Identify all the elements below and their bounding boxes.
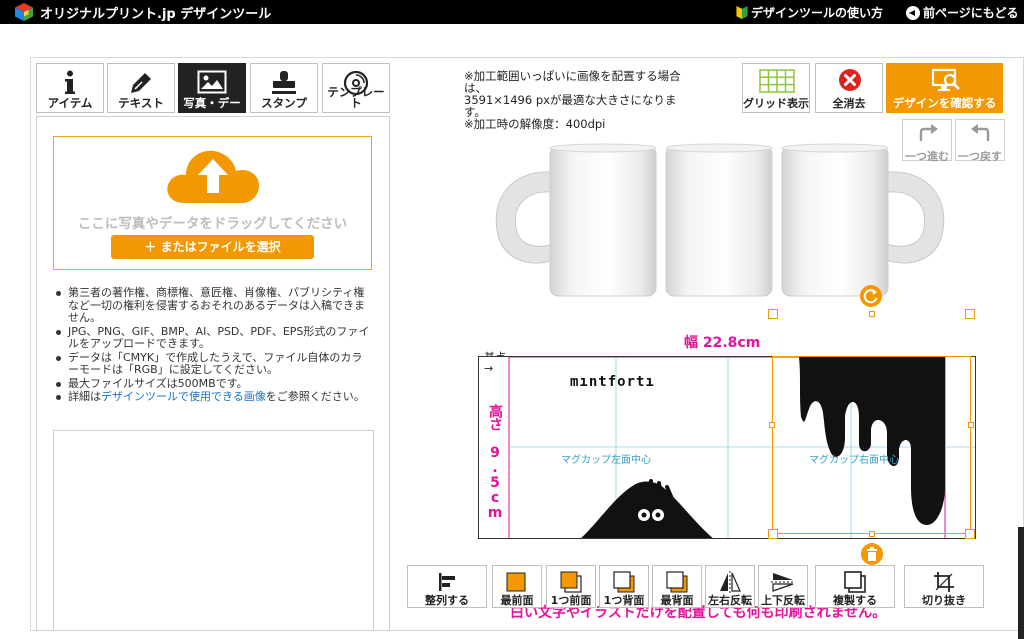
flip-vertical-button[interactable]: 上下反転 <box>758 565 808 608</box>
send-back-label: 最背面 <box>660 594 694 607</box>
origin-arrow: → <box>484 362 494 375</box>
bring-forward-button[interactable]: 1つ前面 <box>546 565 596 608</box>
bring-forward-label: 1つ前面 <box>550 594 592 607</box>
select-file-button[interactable]: ＋ またはファイルを選択 <box>111 235 314 259</box>
upload-notes: 第三者の著作権、商標権、意匠権、肖像権、パブリシティ権など一切の権利を侵害するお… <box>52 286 372 405</box>
align-button[interactable]: 整列する <box>407 565 487 608</box>
delete-handle[interactable] <box>861 543 883 565</box>
resize-handle[interactable] <box>869 311 875 317</box>
confirm-design-label: デザインを確認する <box>892 96 997 110</box>
back-link-label: 前ページにもどる <box>923 6 1019 20</box>
undo-arrow-icon <box>971 124 990 141</box>
design-text-element[interactable]: mıntfortı <box>570 374 655 390</box>
monitor-search-icon <box>931 68 960 91</box>
print-info: ※加工範囲いっぱいに画像を配置する場合は、 3591×1496 pxが最適な大き… <box>464 70 684 130</box>
dropzone-text: ここに写真やデータをドラッグしてください <box>77 216 348 232</box>
flip-horizontal-label: 左右反転 <box>708 594 752 607</box>
clear-all-label: 全消去 <box>832 97 866 110</box>
flip-horizontal-button[interactable]: 左右反転 <box>705 565 755 608</box>
undo-label: 一つ戻す <box>958 150 1002 163</box>
mug-preview-image <box>495 143 945 297</box>
bring-front-button[interactable]: 最前面 <box>492 565 542 608</box>
duplicate-icon <box>844 571 866 593</box>
tab-template[interactable]: テンプレート <box>322 63 390 113</box>
crop-icon <box>934 572 954 592</box>
tab-stamp[interactable]: スタンプ <box>250 63 318 113</box>
info-line: ※加工範囲いっぱいに画像を配置する場合は、 <box>464 69 681 95</box>
guide-link-label: デザインツールの使い方 <box>751 6 884 20</box>
tab-template-label: テンプレート <box>327 85 385 110</box>
logo-cube-icon <box>15 3 33 21</box>
tab-photo-label: 写真・デー <box>183 96 241 110</box>
guide-link[interactable]: デザインツールの使い方 <box>736 4 883 21</box>
flip-vertical-icon <box>771 573 795 592</box>
bring-front-icon <box>506 572 526 592</box>
image-icon <box>197 70 227 94</box>
crop-label: 切り抜き <box>922 594 966 607</box>
bring-front-label: 最前面 <box>500 594 534 607</box>
tab-item[interactable]: アイテム <box>36 63 104 113</box>
confirm-design-button[interactable]: デザインを確認する <box>886 63 1003 113</box>
note-item: データは「CMYK」で作成したうえで、ファイル自体のカラーモードは「RGB」に設… <box>52 351 372 377</box>
resize-handle[interactable] <box>965 309 975 319</box>
uploaded-images-list[interactable] <box>53 430 374 631</box>
tab-item-label: アイテム <box>47 96 93 110</box>
send-backward-label: 1つ背面 <box>603 594 645 607</box>
pen-icon <box>131 73 151 93</box>
note-item: 最大ファイルサイズは500MBです。 <box>52 377 372 391</box>
flip-horizontal-icon <box>720 571 741 593</box>
cloud-upload-icon <box>167 150 260 203</box>
note-item: JPG、PNG、GIF、BMP、AI、PSD、PDF、EPS形式のファイルをアッ… <box>52 325 372 351</box>
flip-vertical-label: 上下反転 <box>761 594 805 607</box>
info-line: 3591×1496 pxが最適な大きさになります。 <box>464 93 677 119</box>
info-icon <box>65 70 75 94</box>
grid-toggle-label: グリッド表示 <box>743 97 809 110</box>
crop-button[interactable]: 切り抜き <box>904 565 984 608</box>
send-back-icon <box>666 571 688 593</box>
resize-handle[interactable] <box>769 422 775 428</box>
tab-text-label: テキスト <box>118 96 164 110</box>
grid-toggle-button[interactable]: グリッド表示 <box>742 63 810 113</box>
width-dimension-label: 幅 22.8cm <box>684 335 761 351</box>
rotate-handle[interactable] <box>860 285 882 307</box>
duplicate-label: 複製する <box>833 594 877 607</box>
info-line: ※加工時の解像度：400dpi <box>464 117 606 131</box>
details-suffix: をご参照ください。 <box>265 390 365 403</box>
note-item: 第三者の著作権、商標権、意匠権、肖像権、パブリシティ権など一切の権利を侵害するお… <box>52 286 372 325</box>
resize-handle[interactable] <box>869 531 875 537</box>
back-link[interactable]: 前ページにもどる <box>906 4 1019 21</box>
grid-icon <box>759 69 795 93</box>
resize-handle[interactable] <box>768 529 778 539</box>
note-item-details: 詳細はデザインツールで使用できる画像をご参照ください。 <box>52 390 372 404</box>
page-scrollbar[interactable] <box>1018 527 1024 639</box>
left-center-label: マグカップ左面中心 <box>561 455 651 466</box>
rotate-icon <box>863 289 878 304</box>
usable-images-link[interactable]: デザインツールで使用できる画像 <box>101 390 266 403</box>
beginner-mark-icon <box>736 6 748 19</box>
duplicate-button[interactable]: 複製する <box>815 565 895 608</box>
close-circle-icon <box>839 69 861 91</box>
stamp-icon <box>272 71 296 94</box>
bring-forward-icon <box>560 571 582 593</box>
tab-photo[interactable]: 写真・デー <box>178 63 246 113</box>
brand-title[interactable]: オリジナルプリント.jp デザインツール <box>40 3 271 22</box>
tab-stamp-label: スタンプ <box>261 96 307 110</box>
align-label: 整列する <box>425 594 469 607</box>
trash-icon <box>867 547 877 561</box>
resize-handle[interactable] <box>968 422 974 428</box>
send-backward-button[interactable]: 1つ背面 <box>599 565 649 608</box>
send-back-button[interactable]: 最背面 <box>652 565 702 608</box>
align-icon <box>439 573 455 591</box>
clear-all-button[interactable]: 全消去 <box>815 63 883 113</box>
resize-handle[interactable] <box>768 309 778 319</box>
selection-box <box>772 356 971 534</box>
top-header: オリジナルプリント.jp デザインツール デザインツールの使い方 前ページにもど… <box>0 0 1024 24</box>
undo-button[interactable]: 一つ戻す <box>955 119 1005 163</box>
details-prefix: 詳細は <box>68 390 101 403</box>
send-backward-icon <box>613 571 635 593</box>
height-dimension-label: 高さ 9.5cm <box>487 404 503 520</box>
back-arrow-icon <box>906 5 920 20</box>
resize-handle[interactable] <box>965 529 975 539</box>
tab-text[interactable]: テキスト <box>107 63 175 113</box>
